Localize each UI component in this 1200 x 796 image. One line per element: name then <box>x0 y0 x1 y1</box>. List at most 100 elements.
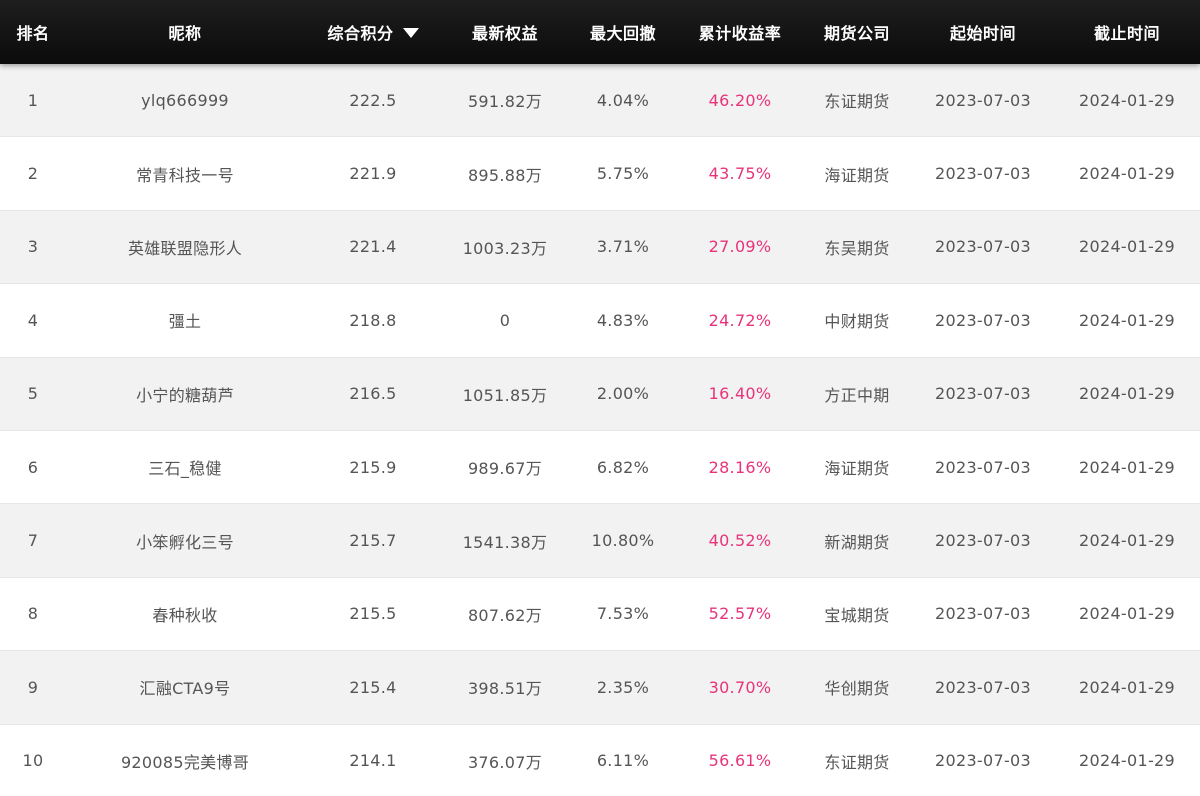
cell-start-date: 2023-07-03 <box>935 384 1031 404</box>
cell-nickname: 英雄联盟隐形人 <box>127 238 243 258</box>
table-row[interactable]: 5 小宁的糖葫芦 216.5 1051.85万 2.00% 16.40% 方正中期 2023-… <box>0 357 1200 431</box>
table-row[interactable]: 1 ylq666999 222.5 591.82万 4.04% 46.20% 东证期货 202… <box>0 64 1200 138</box>
cell-start-date: 2023-07-03 <box>935 751 1031 771</box>
table-row[interactable]: 8 春种秋收 215.5 807.62万 7.53% 52.57% 宝城期货 2023-07-… <box>0 577 1200 652</box>
cell-equity: 807.62万 <box>467 605 543 625</box>
cell-nickname: 小宁的糖葫芦 <box>136 385 234 405</box>
cell-rank: 2 <box>27 164 39 184</box>
cell-rank: 7 <box>27 531 39 551</box>
cell-cumulative-return: 30.70% <box>708 677 772 697</box>
table-row[interactable]: 2 常青科技一号 221.9 895.88万 5.75% 43.75% 海证期货 2023-0… <box>0 137 1200 211</box>
header-rank[interactable]: 排名 <box>0 0 66 64</box>
cell-rank: 1 <box>27 90 39 110</box>
cell-broker: 海证期货 <box>824 459 890 479</box>
cell-max-drawdown: 4.83% <box>596 310 650 330</box>
cell-cumulative-return: 43.75% <box>708 164 772 184</box>
table-row[interactable]: 4 彊土 218.8 0 4.83% 24.72% 中财期货 2023-07-03 2024-0… <box>0 284 1200 358</box>
cell-broker: 方正中期 <box>824 385 890 405</box>
cell-score: 221.9 <box>349 164 397 184</box>
header-max-drawdown[interactable]: 最大回撤 <box>568 0 678 64</box>
cell-max-drawdown: 5.75% <box>596 164 650 184</box>
header-equity[interactable]: 最新权益 <box>442 0 568 64</box>
cell-cumulative-return: 28.16% <box>708 457 772 477</box>
cell-broker: 中财期货 <box>824 312 890 332</box>
cell-end-date: 2024-01-29 <box>1079 531 1175 551</box>
cell-end-date: 2024-01-29 <box>1079 310 1175 330</box>
cell-nickname: 彊土 <box>168 312 202 332</box>
cell-equity: 895.88万 <box>467 165 543 185</box>
cell-rank: 9 <box>27 677 39 697</box>
table-row[interactable]: 9 汇融CTA9号 215.4 398.51万 2.35% 30.70% 华创期货 2023-… <box>0 651 1200 725</box>
cell-score: 221.4 <box>349 237 397 257</box>
cell-cumulative-return: 52.57% <box>708 604 772 624</box>
cell-score: 218.8 <box>349 310 397 330</box>
cell-rank: 5 <box>27 384 39 404</box>
cell-end-date: 2024-01-29 <box>1079 164 1175 184</box>
cell-equity: 989.67万 <box>467 459 543 479</box>
cell-max-drawdown: 3.71% <box>596 237 650 257</box>
cell-score: 215.4 <box>349 677 397 697</box>
cell-start-date: 2023-07-03 <box>935 531 1031 551</box>
cell-equity: 1051.85万 <box>462 385 548 405</box>
cell-cumulative-return: 24.72% <box>708 310 772 330</box>
cell-nickname: 汇融CTA9号 <box>139 679 231 699</box>
cell-max-drawdown: 2.00% <box>596 384 650 404</box>
cell-end-date: 2024-01-29 <box>1079 237 1175 257</box>
header-cumulative-return[interactable]: 累计收益率 <box>678 0 802 64</box>
caret-down-icon[interactable] <box>402 27 419 38</box>
cell-start-date: 2023-07-03 <box>935 457 1031 477</box>
cell-equity: 1541.38万 <box>462 532 548 552</box>
cell-end-date: 2024-01-29 <box>1079 677 1175 697</box>
cell-max-drawdown: 6.82% <box>596 457 650 477</box>
cell-start-date: 2023-07-03 <box>935 164 1031 184</box>
cell-end-date: 2024-01-29 <box>1079 90 1175 110</box>
cell-max-drawdown: 4.04% <box>596 90 650 110</box>
header-nickname[interactable]: 昵称 <box>66 0 304 64</box>
cell-broker: 东证期货 <box>824 92 890 112</box>
cell-broker: 东证期货 <box>824 752 890 772</box>
cell-start-date: 2023-07-03 <box>935 677 1031 697</box>
cell-rank: 10 <box>22 751 44 771</box>
cell-rank: 3 <box>27 237 39 257</box>
cell-equity: 376.07万 <box>467 752 543 772</box>
cell-end-date: 2024-01-29 <box>1079 751 1175 771</box>
cell-cumulative-return: 46.20% <box>708 90 772 110</box>
header-start-date[interactable]: 起始时间 <box>912 0 1054 64</box>
header-score-label: 综合积分 <box>327 24 394 43</box>
cell-max-drawdown: 7.53% <box>596 604 650 624</box>
cell-cumulative-return: 56.61% <box>708 751 772 771</box>
table-row[interactable]: 7 小笨孵化三号 215.7 1541.38万 10.80% 40.52% 新湖期货 2023… <box>0 504 1200 578</box>
header-broker[interactable]: 期货公司 <box>802 0 912 64</box>
cell-equity: 1003.23万 <box>462 238 548 258</box>
cell-score: 216.5 <box>349 384 397 404</box>
cell-nickname: 三石_稳健 <box>148 459 222 479</box>
cell-max-drawdown: 10.80% <box>591 531 655 551</box>
header-score-sort[interactable]: 综合积分 <box>304 0 442 64</box>
cell-equity: 591.82万 <box>467 92 543 112</box>
cell-rank: 6 <box>27 457 39 477</box>
cell-end-date: 2024-01-29 <box>1079 457 1175 477</box>
table-row[interactable]: 3 英雄联盟隐形人 221.4 1003.23万 3.71% 27.09% 东吴期货 2023… <box>0 210 1200 285</box>
cell-score: 215.5 <box>349 604 397 624</box>
table-row[interactable]: 10 920085完美博哥 214.1 376.07万 6.11% 56.61% 东证期货 2… <box>0 724 1200 796</box>
cell-score: 214.1 <box>349 751 397 771</box>
cell-nickname: 春种秋收 <box>152 605 218 625</box>
cell-cumulative-return: 16.40% <box>708 384 772 404</box>
cell-broker: 海证期货 <box>824 165 890 185</box>
table-row[interactable]: 6 三石_稳健 215.9 989.67万 6.82% 28.16% 海证期货 2023-07… <box>0 430 1200 505</box>
table-header: 排名 昵称 综合积分 最新权益 最大回撤 累计收益率 期货公司 起始时间 截止时… <box>0 0 1200 64</box>
cell-max-drawdown: 2.35% <box>596 677 650 697</box>
cell-rank: 4 <box>27 310 39 330</box>
table-body: 1 ylq666999 222.5 591.82万 4.04% 46.20% 东证期货 202… <box>0 64 1200 796</box>
cell-broker: 华创期货 <box>824 679 890 699</box>
cell-start-date: 2023-07-03 <box>935 310 1031 330</box>
cell-end-date: 2024-01-29 <box>1079 604 1175 624</box>
cell-score: 215.9 <box>349 457 397 477</box>
cell-rank: 8 <box>27 604 39 624</box>
cell-start-date: 2023-07-03 <box>935 90 1031 110</box>
header-end-date[interactable]: 截止时间 <box>1054 0 1200 64</box>
cell-broker: 新湖期货 <box>824 532 890 552</box>
cell-cumulative-return: 27.09% <box>708 237 772 257</box>
cell-equity: 0 <box>499 310 511 330</box>
cell-max-drawdown: 6.11% <box>596 751 650 771</box>
